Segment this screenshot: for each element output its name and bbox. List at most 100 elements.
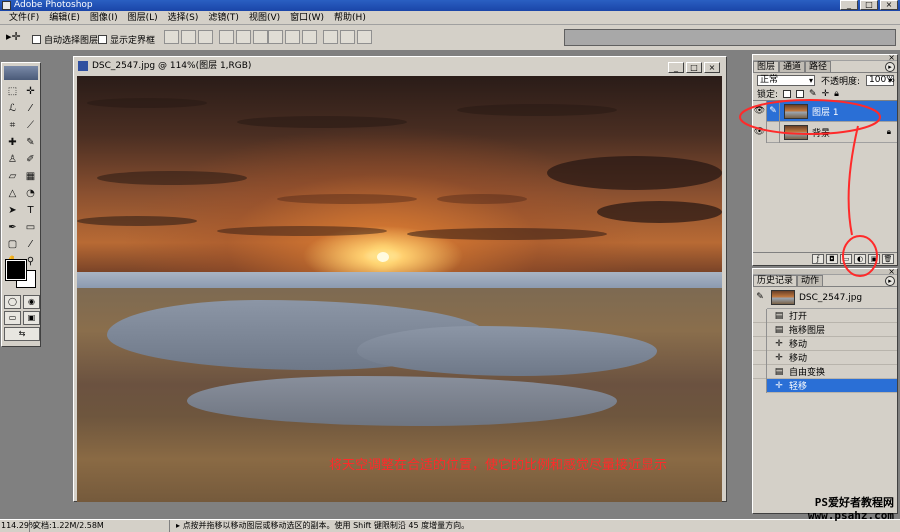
document-size-info[interactable]: 文档:1.22M/2.58M [30, 520, 170, 532]
tab-channels[interactable]: 通道 [779, 61, 806, 72]
distribute-right-button[interactable] [357, 30, 372, 44]
move-icon[interactable]: ▸✛ [6, 30, 24, 46]
show-bounds-checkbox[interactable] [98, 35, 107, 44]
lock-all-icon[interactable]: 🔒︎ [834, 89, 839, 99]
distribute-top-button[interactable] [268, 30, 283, 44]
panel-menu-icon[interactable]: ▸ [885, 62, 895, 72]
quickmask-mode-icon[interactable]: ◉ [23, 295, 40, 309]
history-brush-tool-icon[interactable]: ✐ [22, 152, 39, 168]
menu-filter[interactable]: 滤镜(T) [203, 11, 244, 25]
brush-link-icon[interactable]: ✎ [767, 100, 780, 122]
menu-view[interactable]: 视图(V) [244, 11, 285, 25]
healing-brush-tool-icon[interactable]: ✚ [4, 135, 21, 151]
tab-actions[interactable]: 动作 [797, 275, 824, 286]
layer-name[interactable]: 背景 [812, 126, 830, 139]
screen-mode-standard-icon[interactable]: ▭ [4, 311, 21, 325]
new-set-icon[interactable]: ▭ [840, 254, 852, 264]
align-right-button[interactable] [253, 30, 268, 44]
menu-layer[interactable]: 图层(L) [123, 11, 163, 25]
marquee-tool-icon[interactable]: ⬚ [4, 84, 21, 100]
distribute-left-button[interactable] [323, 30, 338, 44]
image-canvas[interactable]: 将天空调整在合适的位置，使它的比例和感觉尽量接近显示 [77, 76, 722, 502]
blend-mode-select[interactable]: 正常 [757, 74, 815, 86]
auto-select-layer-option[interactable]: 自动选择图层 [32, 33, 98, 46]
shape-tool-icon[interactable]: ▭ [22, 220, 39, 236]
dodge-tool-icon[interactable]: ◔ [22, 186, 39, 202]
snapshot-name[interactable]: DSC_2547.jpg [799, 293, 862, 303]
align-top-button[interactable] [164, 30, 179, 44]
slice-tool-icon[interactable]: ⟋ [22, 118, 39, 134]
menu-window[interactable]: 窗口(W) [285, 11, 329, 25]
menu-file[interactable]: 文件(F) [4, 11, 44, 25]
lasso-tool-icon[interactable]: ℒ [4, 101, 21, 117]
adobe-logo-icon[interactable] [4, 66, 38, 80]
brush-tool-icon[interactable]: ✎ [22, 135, 39, 151]
pen-tool-icon[interactable]: ✒ [4, 220, 21, 236]
add-style-icon[interactable]: ƒ [812, 254, 824, 264]
zoom-field[interactable]: 114.29% [0, 520, 37, 532]
history-brush-source-icon[interactable]: ✎ [753, 286, 767, 309]
align-left-button[interactable] [219, 30, 234, 44]
magic-wand-tool-icon[interactable]: ⁄ [22, 101, 39, 117]
visibility-eye-icon[interactable]: 👁︎ [753, 121, 767, 143]
layer-name[interactable]: 图层 1 [812, 105, 839, 118]
doc-maximize-button[interactable]: □ [686, 62, 702, 73]
history-item[interactable]: ✛ 移动 [753, 336, 897, 351]
doc-close-button[interactable]: × [704, 62, 720, 73]
history-item-selected[interactable]: ✛ 轻移 [753, 378, 897, 393]
lock-position-icon[interactable]: ✛ [822, 89, 830, 99]
menu-image[interactable]: 图像(I) [85, 11, 123, 25]
distribute-bottom-button[interactable] [302, 30, 317, 44]
auto-select-checkbox[interactable] [32, 35, 41, 44]
opacity-field[interactable]: 100% [866, 74, 895, 86]
tab-history[interactable]: 历史记录 [753, 275, 798, 286]
distribute-hcenter-button[interactable] [340, 30, 355, 44]
close-button[interactable]: × [880, 0, 898, 10]
history-item[interactable]: ▤ 拖移图层 [753, 322, 897, 337]
menu-select[interactable]: 选择(S) [163, 11, 204, 25]
link-column[interactable] [767, 121, 780, 143]
history-snapshot[interactable]: ✎ DSC_2547.jpg [753, 286, 897, 309]
screen-mode-full-icon[interactable]: ▣ [23, 311, 40, 325]
new-layer-icon[interactable]: ▣ [868, 254, 880, 264]
trash-icon[interactable]: 🗑︎ [882, 254, 894, 264]
move-tool-icon[interactable]: ✛ [22, 84, 39, 100]
standard-mode-icon[interactable]: ◯ [4, 295, 21, 309]
add-mask-icon[interactable]: ◘ [826, 254, 838, 264]
maximize-button[interactable]: □ [860, 0, 878, 10]
gradient-tool-icon[interactable]: ▦ [22, 169, 39, 185]
menu-help[interactable]: 帮助(H) [329, 11, 371, 25]
eraser-tool-icon[interactable]: ▱ [4, 169, 21, 185]
type-tool-icon[interactable]: T [22, 203, 39, 219]
tab-layers[interactable]: 图层 [753, 61, 780, 72]
panel-close-icon[interactable]: × [888, 268, 895, 276]
doc-minimize-button[interactable]: _ [668, 62, 684, 73]
history-item[interactable]: ✛ 移动 [753, 350, 897, 365]
minimize-button[interactable]: _ [840, 0, 858, 10]
layer-row-layer1[interactable]: 👁︎ ✎ 图层 1 [753, 100, 897, 122]
align-vcenter-button[interactable] [181, 30, 196, 44]
path-selection-tool-icon[interactable]: ➤ [4, 203, 21, 219]
panel-menu-icon[interactable]: ▸ [885, 276, 895, 286]
foreground-color-swatch[interactable] [5, 259, 27, 281]
blur-tool-icon[interactable]: △ [4, 186, 21, 202]
history-item[interactable]: ▤ 自由变换 [753, 364, 897, 379]
lock-transparency-checkbox[interactable] [783, 89, 792, 98]
history-item[interactable]: ▤ 打开 [753, 308, 897, 323]
layer-row-background[interactable]: 👁︎ 背景 🔒︎ [753, 121, 897, 143]
align-hcenter-button[interactable] [236, 30, 251, 44]
visibility-eye-icon[interactable]: 👁︎ [753, 100, 767, 122]
palette-well[interactable] [564, 29, 896, 46]
panel-close-icon[interactable]: × [888, 54, 895, 62]
crop-tool-icon[interactable]: ⌗ [4, 118, 21, 134]
eyedropper-tool-icon[interactable]: ⁄ [22, 237, 39, 253]
distribute-vcenter-button[interactable] [285, 30, 300, 44]
menu-edit[interactable]: 编辑(E) [44, 11, 85, 25]
show-bounds-option[interactable]: 显示定界框 [98, 33, 155, 46]
tab-paths[interactable]: 路径 [805, 61, 832, 72]
lock-brush-icon[interactable]: ✎ [809, 89, 817, 99]
align-bottom-button[interactable] [198, 30, 213, 44]
new-adjustment-icon[interactable]: ◐ [854, 254, 866, 264]
notes-tool-icon[interactable]: ▢ [4, 237, 21, 253]
jump-to-imageready-icon[interactable]: ⇆ [4, 327, 40, 341]
